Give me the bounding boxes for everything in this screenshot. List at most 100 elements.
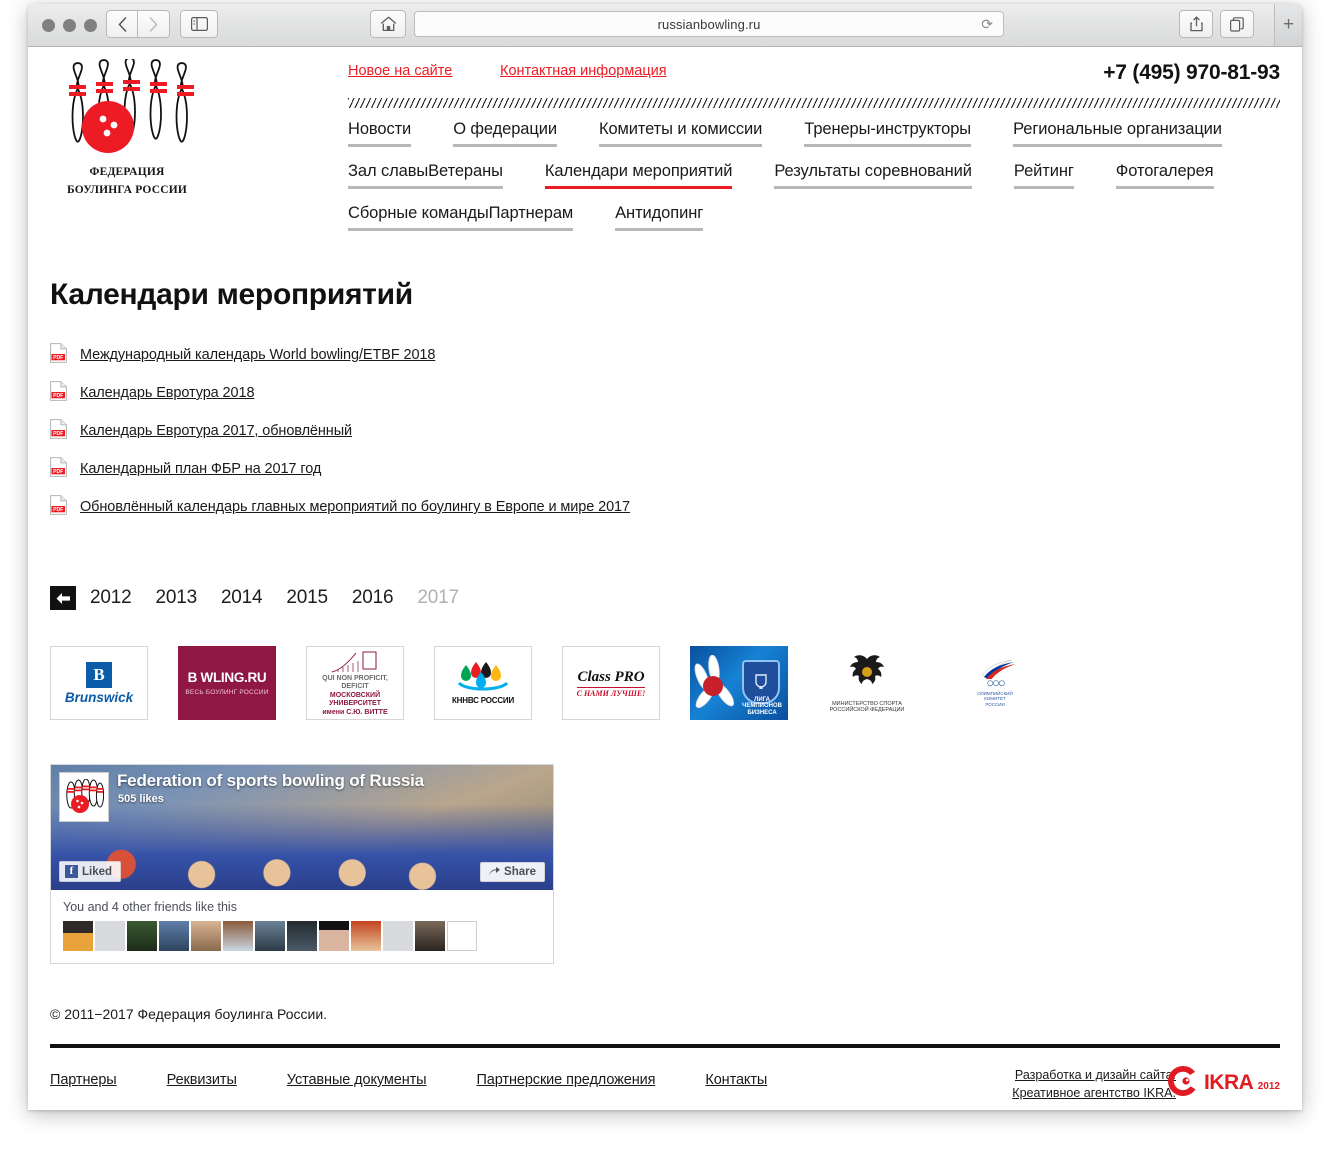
maximize-button[interactable] [84,19,97,32]
knnvs-label: КННВС РОССИИ [451,696,515,705]
menu-item-antidoping[interactable]: Антидопинг [615,204,703,231]
avatar[interactable] [447,921,477,951]
share-icon [1189,16,1203,32]
close-button[interactable] [42,19,55,32]
liga-line2: ЧЕМПИОНОВ [742,703,782,709]
avatar[interactable] [415,921,445,951]
year-selector: 2012 2013 2014 2015 2016 2017 [50,586,1280,610]
avatar[interactable] [63,921,93,951]
footer-link-contacts[interactable]: Контакты [705,1072,767,1088]
menu-item-photogallery[interactable]: Фотогалерея [1115,162,1214,189]
browser-window: russianbowling.ru ⟳ + ФЕДЕРАЦИЯ БОУЛИНГА… [28,4,1302,1110]
list-item[interactable]: PDF Календарный план ФБР на 2017 год [50,456,1280,482]
menu-item-rating[interactable]: Рейтинг [1013,162,1074,189]
footer-link-statutory-docs[interactable]: Уставные документы [287,1072,427,1088]
address-bar[interactable]: russianbowling.ru ⟳ [414,11,1004,37]
sponsor-moscow-university[interactable]: QUI NON PROFICIT, DEFICIT МОСКОВСКИЙ УНИ… [306,646,404,720]
home-button[interactable] [370,10,406,38]
back-button[interactable] [106,10,138,38]
pdf-icon: PDF [50,456,80,482]
minimize-button[interactable] [63,19,76,32]
menu-item-calendars[interactable]: Календари мероприятий [544,162,732,189]
sponsor-class-pro[interactable]: Class PRO С НАМИ ЛУЧШЕ! [562,646,660,720]
credit-line-1[interactable]: Разработка и дизайн сайта. [1012,1066,1176,1084]
avatar[interactable] [95,921,125,951]
avatar[interactable] [255,921,285,951]
document-link[interactable]: Календарь Евротура 2018 [80,385,255,401]
ministry-line2: РОССИЙСКОЙ ФЕДЕРАЦИИ [829,707,905,713]
forward-button[interactable] [138,10,170,38]
footer-divider [50,1044,1280,1048]
site-footer: Партнеры Реквизиты Уставные документы Па… [50,1065,1280,1110]
pdf-icon: PDF [50,380,80,406]
reload-icon[interactable]: ⟳ [981,16,993,33]
top-link-whats-new[interactable]: Новое на сайте [348,63,452,79]
site-logo[interactable]: ФЕДЕРАЦИЯ БОУЛИНГА РОССИИ [52,57,202,198]
new-tab-button[interactable]: + [1274,4,1302,46]
list-item[interactable]: PDF Календарь Евротура 2018 [50,380,1280,406]
svg-text:PDF: PDF [53,392,63,398]
menu-item-partners[interactable]: Партнерам [488,204,573,231]
list-item[interactable]: PDF Обновлённый календарь главных меропр… [50,494,1280,520]
menu-item-coaches[interactable]: Тренеры-инструкторы [804,120,971,147]
brunswick-mark-icon: B [86,661,112,688]
menu-item-national-teams[interactable]: Сборные команды [348,204,489,231]
menu-item-news[interactable]: Новости [348,120,411,147]
year-2013[interactable]: 2013 [155,587,197,609]
year-2016[interactable]: 2016 [352,587,394,609]
menu-item-veterans[interactable]: Ветераны [428,162,503,189]
top-link-contacts[interactable]: Контактная информация [500,63,667,79]
footer-link-partner-offers[interactable]: Партнерские предложения [476,1072,655,1088]
home-icon [380,16,396,32]
sponsor-knnvs[interactable]: КННВС РОССИИ [434,646,532,720]
pdf-icon: PDF [50,494,80,520]
sidebar-toggle-button[interactable] [180,10,218,38]
sponsor-brunswick[interactable]: B Brunswick [50,646,148,720]
year-2012[interactable]: 2012 [90,587,132,609]
menu-item-about[interactable]: О федерации [453,120,557,147]
ikra-wordmark: IKRA [1203,1071,1254,1094]
sponsor-liga-chempionov[interactable]: ЛИГА ЧЕМПИОНОВ БИЗНЕСА [690,646,788,720]
menu-item-results[interactable]: Результаты соревнований [774,162,972,189]
facebook-liked-button[interactable]: f Liked [59,861,122,882]
document-link[interactable]: Международный календарь World bowling/ET… [80,347,435,363]
facebook-f-icon: f [65,865,78,878]
list-item[interactable]: PDF Календарь Евротура 2017, обновлённый [50,418,1280,444]
menu-item-committees[interactable]: Комитеты и комиссии [598,120,762,147]
year-2014[interactable]: 2014 [221,587,263,609]
year-2017: 2017 [417,587,459,608]
avatar[interactable] [351,921,381,951]
document-link[interactable]: Календарь Евротура 2017, обновлённый [80,423,352,439]
document-link[interactable]: Обновлённый календарь главных мероприяти… [80,499,630,515]
avatar[interactable] [383,921,413,951]
footer-link-requisites[interactable]: Реквизиты [167,1072,237,1088]
menu-item-hall-of-fame[interactable]: Зал славы [348,162,428,189]
main-menu: Новости О федерации Комитеты и комиссии … [348,120,1302,246]
footer-link-partners[interactable]: Партнеры [50,1072,117,1088]
avatar[interactable] [127,921,157,951]
back-arrow-button[interactable] [50,586,76,610]
avatar[interactable] [191,921,221,951]
window-controls[interactable] [42,19,97,32]
facebook-cover-photo: Federation of sports bowling of Russia 5… [51,765,553,890]
sponsor-olympic-committee[interactable]: ○○○ ОЛИМПИЙСКИЙ КОМИТЕТ РОССИИ [946,646,1044,720]
liga-line1: ЛИГА [754,696,771,703]
avatar[interactable] [287,921,317,951]
document-list: PDF Международный календарь World bowlin… [50,342,1280,520]
avatar[interactable] [159,921,189,951]
document-link[interactable]: Календарный план ФБР на 2017 год [80,461,321,477]
share-button[interactable] [1179,10,1213,38]
year-2015[interactable]: 2015 [286,587,328,609]
list-item[interactable]: PDF Международный календарь World bowlin… [50,342,1280,368]
credit-line-2[interactable]: Креативное агентство IKRA. [1012,1084,1176,1102]
sponsor-bowling-ru[interactable]: B WLING.RU ВЕСЬ БОУЛИНГ РОССИИ [178,646,276,720]
moscow-university-emblem-icon [330,649,380,673]
ministry-label: МИНИСТЕРСТВО СПОРТА РОССИЙСКОЙ ФЕДЕРАЦИИ [830,701,905,714]
avatar[interactable] [319,921,349,951]
sponsor-ministry-of-sport[interactable]: МИНИСТЕРСТВО СПОРТА РОССИЙСКОЙ ФЕДЕРАЦИИ [818,646,916,720]
ikra-logo[interactable]: IKRA 2012 [1166,1064,1280,1103]
avatar[interactable] [223,921,253,951]
facebook-share-button[interactable]: Share [480,862,545,882]
show-tabs-button[interactable] [1220,10,1254,38]
menu-item-regional[interactable]: Региональные организации [1013,120,1222,147]
